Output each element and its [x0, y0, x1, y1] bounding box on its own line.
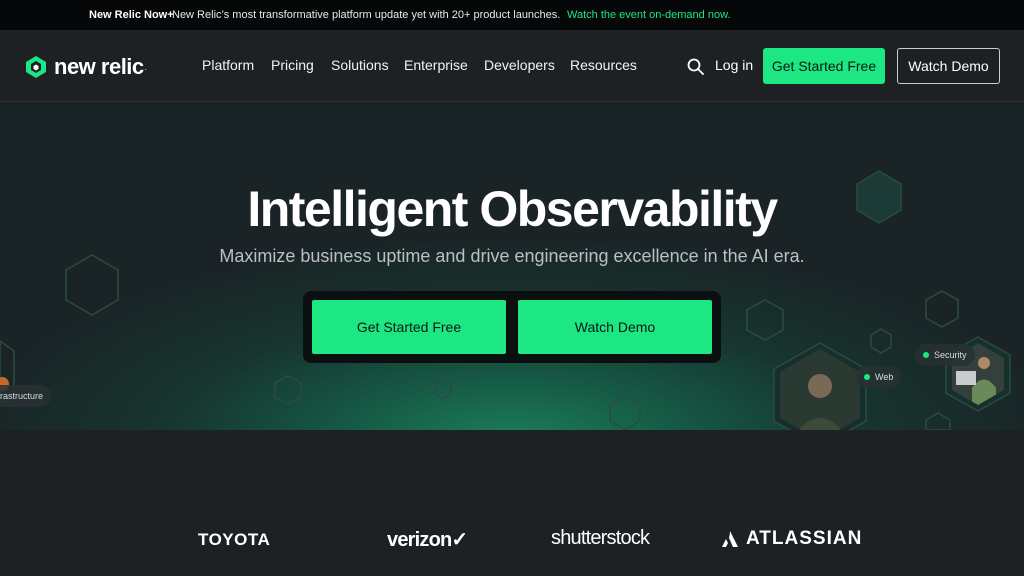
atlassian-wordmark: ATLASSIAN	[746, 528, 863, 549]
verizon-logo: verizon✓	[387, 529, 468, 551]
announcement-highlight: New Relic Now+	[89, 9, 174, 21]
nav-item-platform[interactable]: Platform	[202, 57, 254, 73]
logo-mark: .	[144, 62, 147, 72]
nav-item-pricing[interactable]: Pricing	[271, 57, 314, 73]
nav-item-solutions[interactable]: Solutions	[331, 57, 389, 73]
hero-title: Intelligent Observability	[247, 181, 778, 237]
announcement-link[interactable]: Watch the event on-demand now.	[567, 9, 730, 21]
shutterstock-logo: shutterstock	[551, 527, 650, 549]
nav-item-developers[interactable]: Developers	[484, 57, 555, 73]
status-dot-icon	[923, 352, 929, 358]
atlassian-icon	[722, 531, 738, 547]
nav-item-enterprise[interactable]: Enterprise	[404, 57, 468, 73]
watch-demo-button[interactable]: Watch Demo	[897, 48, 1000, 84]
announcement-bar: New Relic Now+ New Relic’s most transfor…	[0, 0, 1024, 30]
hero-watch-demo-button[interactable]: Watch Demo	[518, 300, 712, 354]
new-relic-logo-icon	[26, 56, 46, 78]
new-relic-logo[interactable]: new relic.	[25, 54, 147, 80]
security-tag: Security	[915, 344, 975, 366]
toyota-logo: TOYOTA	[198, 530, 271, 549]
logo-wordmark: new relic	[54, 54, 144, 79]
nav-item-resources[interactable]: Resources	[570, 57, 637, 73]
top-navigation: new relic. Platform Pricing Solutions En…	[0, 30, 1024, 102]
search-icon[interactable]	[687, 58, 704, 75]
web-tag: Web	[856, 366, 902, 388]
infrastructure-tag: rastructure	[0, 385, 52, 407]
hero-subtitle: Maximize business uptime and drive engin…	[219, 246, 805, 266]
announcement-message: New Relic’s most transformative platform…	[172, 9, 561, 21]
customer-logos: TOYOTA verizon✓ shutterstock ATLASSIAN	[0, 430, 1024, 576]
hero-get-started-button[interactable]: Get Started Free	[312, 300, 506, 354]
get-started-free-button[interactable]: Get Started Free	[763, 48, 885, 84]
status-dot-icon	[864, 374, 870, 380]
web-tag-label: Web	[875, 372, 894, 382]
hero-section: Intelligent Observability Maximize busin…	[0, 103, 1024, 430]
atlassian-logo-group: ATLASSIAN	[721, 528, 862, 550]
infrastructure-tag-label: rastructure	[0, 391, 44, 401]
security-tag-label: Security	[934, 350, 967, 360]
hero-cta-group: Get Started Free Watch Demo	[303, 291, 721, 363]
login-link[interactable]: Log in	[715, 57, 753, 73]
